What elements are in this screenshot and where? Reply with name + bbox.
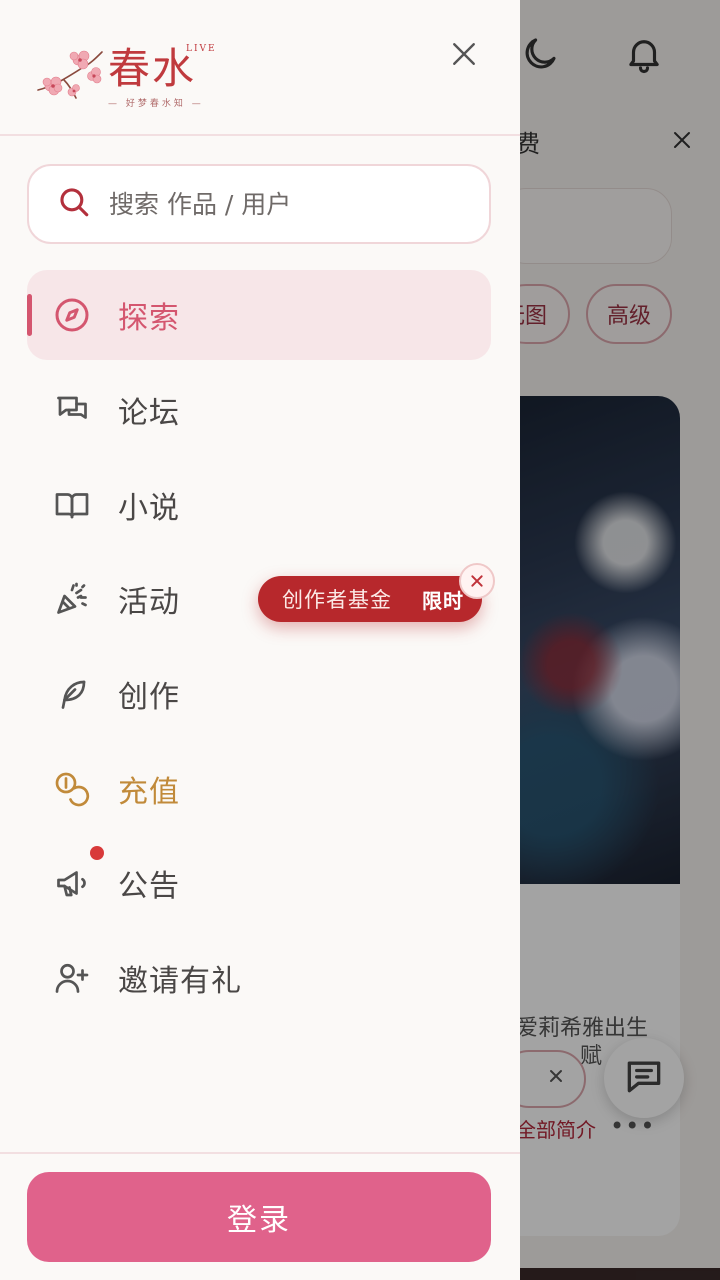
- close-drawer-icon[interactable]: [444, 34, 484, 74]
- coins-icon: [54, 771, 90, 807]
- logo-superscript: LIVE: [186, 44, 217, 54]
- nav-label: 探索: [118, 301, 180, 336]
- nav-label: 小说: [118, 491, 180, 526]
- nav-label: 邀请有礼: [118, 964, 242, 999]
- add-user-icon: [54, 960, 90, 996]
- footer-divider: [0, 1152, 520, 1154]
- nav-label: 公告: [118, 869, 180, 904]
- search-input[interactable]: [109, 189, 469, 219]
- promo-text: 创作者基金: [282, 588, 392, 612]
- megaphone-icon: [54, 865, 90, 901]
- logo-title: 春水: [108, 44, 197, 93]
- open-book-icon: [54, 487, 90, 523]
- drawer-header: 春水 LIVE — 好梦春水知 —: [0, 0, 520, 136]
- search-icon: [57, 185, 91, 223]
- party-popper-icon: [54, 581, 90, 617]
- nav-label: 论坛: [118, 396, 180, 431]
- nav-label: 充值: [118, 775, 180, 810]
- nav-item-explore[interactable]: 探索: [27, 270, 491, 360]
- feather-icon: [54, 676, 90, 712]
- logo-tagline: — 好梦春水知 —: [108, 99, 204, 109]
- app-logo[interactable]: 春水 LIVE — 好梦春水知 —: [36, 38, 226, 114]
- nav-item-novel[interactable]: 小说: [27, 460, 491, 550]
- compass-icon: [54, 297, 90, 333]
- chat-bubbles-icon: [54, 392, 90, 428]
- nav-item-announcement[interactable]: 公告: [27, 838, 491, 928]
- creator-fund-promo[interactable]: 创作者基金 限时: [258, 576, 482, 622]
- promo-close-icon[interactable]: [459, 563, 495, 599]
- search-box[interactable]: [27, 164, 491, 244]
- nav-item-invite[interactable]: 邀请有礼: [27, 933, 491, 1023]
- nav-item-recharge[interactable]: 充值: [27, 744, 491, 834]
- nav-item-forum[interactable]: 论坛: [27, 365, 491, 455]
- login-button[interactable]: 登录: [27, 1172, 491, 1262]
- plum-blossom-icon: [37, 50, 103, 99]
- nav-item-create[interactable]: 创作: [27, 649, 491, 739]
- nav-label: 活动: [118, 585, 180, 620]
- promo-tag: 限时: [422, 588, 464, 613]
- unread-badge: [90, 846, 104, 860]
- nav-label: 创作: [118, 680, 180, 715]
- side-drawer: 春水 LIVE — 好梦春水知 — 探索 论坛 小说: [0, 0, 520, 1280]
